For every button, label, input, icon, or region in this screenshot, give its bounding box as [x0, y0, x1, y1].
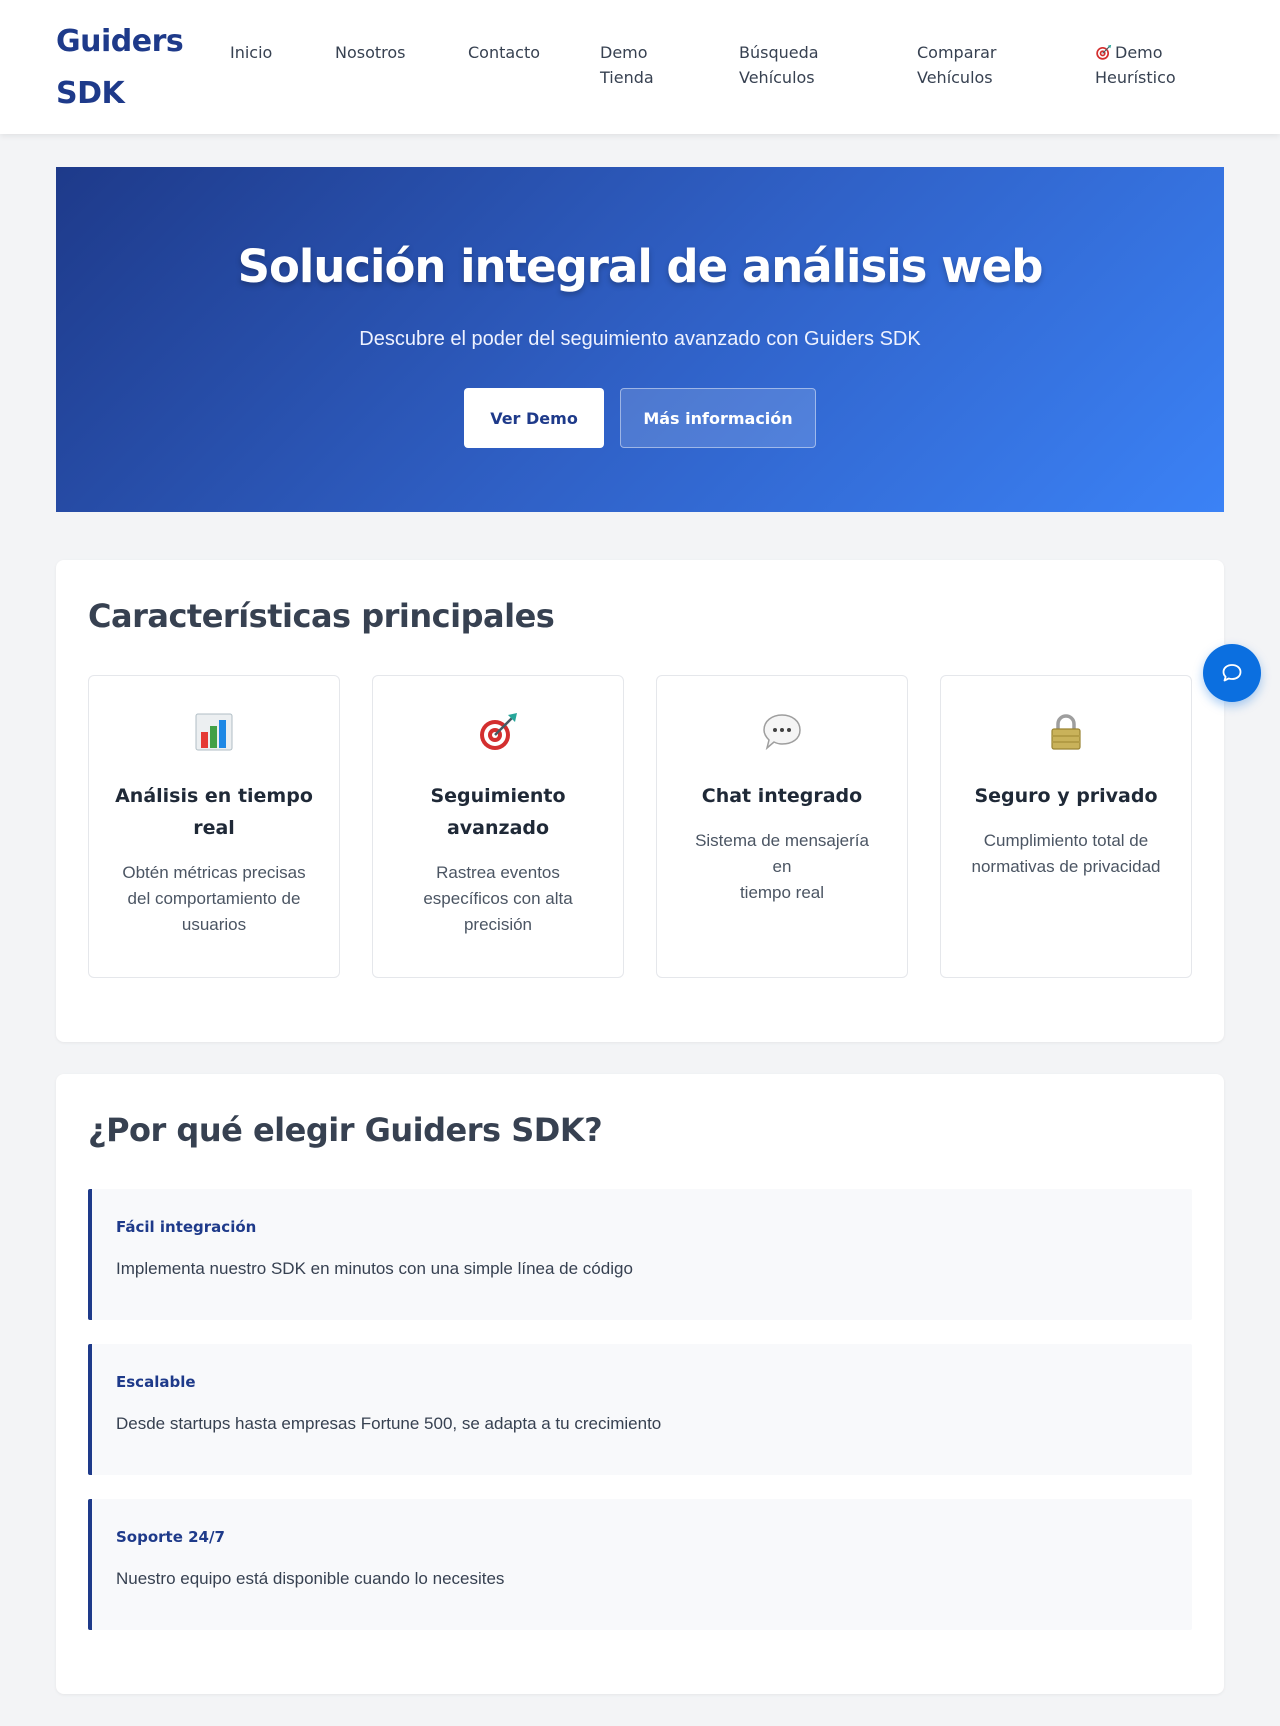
lock-icon	[1051, 714, 1081, 750]
feature-description: Cumplimiento total de normativas de priv…	[969, 828, 1163, 880]
feature-card-chat: Chat integrado Sistema de mensajería en …	[656, 675, 908, 978]
nav-item-label-2: Tienda	[600, 68, 654, 87]
why-item-title: Fácil integración	[116, 1218, 257, 1236]
feature-title: Seguro y privado	[961, 780, 1171, 812]
brand-logo[interactable]: Guiders SDK	[56, 16, 186, 120]
nav-item-nosotros[interactable]: Nosotros	[335, 40, 406, 65]
why-item-text: Desde startups hasta empresas Fortune 50…	[116, 1414, 662, 1433]
feature-description-line: específicos con alta	[423, 889, 573, 908]
feature-title-line: Seguro y privado	[974, 785, 1158, 807]
nav-item-label-2: Vehículos	[917, 68, 993, 87]
nav-item-busqueda-vehiculos[interactable]: Búsqueda Vehículos	[739, 40, 819, 90]
nav-item-label: Demo	[1115, 43, 1163, 62]
nav-item-comparar-vehiculos[interactable]: Comparar Vehículos	[917, 40, 996, 90]
speech-bubble-icon	[763, 714, 801, 751]
why-item-scalable: Escalable Desde startups hasta empresas …	[88, 1344, 1192, 1475]
feature-description-line: normativas de privacidad	[971, 857, 1161, 876]
nav-item-label-2: Heurístico	[1095, 68, 1176, 87]
site-header: Guiders SDK Inicio Nosotros Contacto Dem…	[0, 0, 1280, 134]
feature-card-analytics: Análisis en tiempo real Obtén métricas p…	[88, 675, 340, 978]
why-title: ¿Por qué elegir Guiders SDK?	[88, 1111, 603, 1149]
why-item-text: Nuestro equipo está disponible cuando lo…	[116, 1569, 505, 1588]
features-section: Características principales Análisis en …	[56, 560, 1224, 1042]
nav-item-demo-tienda[interactable]: Demo Tienda	[600, 40, 654, 90]
feature-title: Seguimiento avanzado	[393, 780, 603, 844]
nav-item-label: Nosotros	[335, 43, 406, 62]
target-icon	[480, 713, 517, 750]
feature-title-line: Análisis en tiempo	[115, 785, 313, 807]
features-title: Características principales	[88, 597, 555, 635]
nav-item-label-2: Vehículos	[739, 68, 815, 87]
feature-description-line: Cumplimiento total de	[983, 831, 1149, 850]
feature-description-line: Rastrea eventos	[436, 863, 560, 882]
feature-description-line: del comportamiento de	[127, 889, 301, 908]
chat-launcher-button[interactable]	[1203, 644, 1261, 702]
nav-item-demo-heuristico[interactable]: Demo Heurístico	[1095, 40, 1176, 90]
hero-banner: Solución integral de análisis web Descub…	[56, 167, 1224, 512]
feature-description-line: tiempo real	[739, 883, 825, 902]
feature-title-line: Seguimiento	[430, 785, 566, 807]
feature-description-line: precisión	[463, 915, 533, 934]
feature-title-line: real	[193, 817, 235, 839]
chat-icon	[1222, 664, 1242, 682]
why-item-title: Escalable	[116, 1373, 196, 1391]
feature-description-line: Obtén métricas precisas	[122, 863, 306, 882]
nav-item-label: Búsqueda	[739, 43, 819, 62]
nav-item-inicio[interactable]: Inicio	[230, 40, 272, 65]
bar-chart-icon	[195, 713, 233, 751]
view-demo-button[interactable]: Ver Demo	[464, 388, 604, 448]
feature-title: Chat integrado	[677, 780, 887, 812]
feature-description: Sistema de mensajería en tiempo real	[685, 828, 879, 906]
target-icon	[1096, 44, 1112, 60]
brand-line-1: Guiders	[56, 24, 184, 59]
nav-item-contacto[interactable]: Contacto	[468, 40, 540, 65]
hero-title: Solución integral de análisis web	[237, 240, 1044, 293]
feature-title-line: avanzado	[446, 817, 550, 839]
why-item-text: Implementa nuestro SDK en minutos con un…	[116, 1259, 633, 1278]
why-item-support: Soporte 24/7 Nuestro equipo está disponi…	[88, 1499, 1192, 1630]
nav-item-label: Comparar	[917, 43, 997, 62]
hero-subtitle: Descubre el poder del seguimiento avanza…	[359, 328, 921, 350]
feature-description-line: usuarios	[181, 915, 247, 934]
nav-item-label: Inicio	[230, 43, 273, 62]
nav-item-label: Demo	[600, 43, 648, 62]
why-item-easy-integration: Fácil integración Implementa nuestro SDK…	[88, 1189, 1192, 1320]
feature-description: Rastrea eventos específicos con alta pre…	[401, 860, 595, 938]
why-section: ¿Por qué elegir Guiders SDK? Fácil integ…	[56, 1074, 1224, 1694]
feature-description: Obtén métricas precisas del comportamien…	[117, 860, 311, 938]
feature-title-line: Chat integrado	[701, 785, 863, 807]
feature-description-line: Sistema de mensajería en	[695, 831, 869, 876]
feature-card-tracking: Seguimiento avanzado Rastrea eventos esp…	[372, 675, 624, 978]
more-info-button[interactable]: Más información	[620, 388, 816, 448]
feature-card-security: Seguro y privado Cumplimiento total de n…	[940, 675, 1192, 978]
feature-title: Análisis en tiempo real	[109, 780, 319, 844]
nav-item-label: Contacto	[468, 43, 541, 62]
brand-line-2: SDK	[56, 76, 125, 111]
why-item-title: Soporte 24/7	[116, 1528, 225, 1546]
